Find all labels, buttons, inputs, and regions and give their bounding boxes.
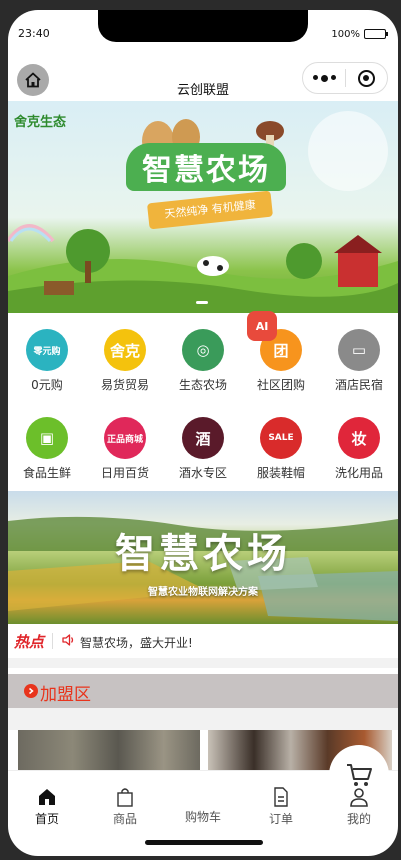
- notch: [98, 10, 308, 42]
- banner-title: 智慧农场: [142, 153, 270, 188]
- category-item[interactable]: SALE 服装鞋帽: [242, 417, 320, 481]
- liquor-icon: 酒: [182, 417, 224, 459]
- tab-orders[interactable]: 订单: [242, 771, 320, 827]
- barter-icon: 舍克: [104, 329, 146, 371]
- close-miniprogram-icon[interactable]: [346, 69, 387, 87]
- category-grid: 零元购 0元购 舍克 易货贸易 ◎ 生态农场团社区团购 ▭ 酒店民宿 ▣ 食品生鲜 正品商城 日用百货…: [8, 315, 398, 490]
- category-item[interactable]: ◎ 生态农场: [164, 329, 242, 393]
- category-label: 日用百货: [100, 466, 149, 480]
- category-label: 生态农场: [178, 378, 227, 392]
- clothing-icon: SALE: [260, 417, 302, 459]
- more-menu-icon[interactable]: [303, 74, 345, 82]
- carousel-indicator: [196, 301, 208, 304]
- eco-farm-icon: ◎: [182, 329, 224, 371]
- ai-assistant-badge[interactable]: AI: [247, 311, 277, 341]
- category-label: 易货贸易: [100, 378, 149, 392]
- arrow-right-icon: [24, 684, 38, 698]
- tab-profile[interactable]: 我的: [320, 771, 398, 827]
- home-icon: [39, 789, 55, 805]
- hot-logo: 热点: [14, 633, 45, 651]
- tab-label: 商品: [112, 812, 137, 826]
- category-label: 服装鞋帽: [256, 466, 305, 480]
- speaker-icon: [62, 634, 74, 646]
- category-item[interactable]: 酒酒水专区: [164, 417, 242, 481]
- profile-icon: [350, 788, 368, 807]
- battery-percent: 100%: [331, 29, 360, 40]
- zero-buy-icon: 零元购: [26, 329, 68, 371]
- category-label: 洗化用品: [334, 466, 383, 480]
- phone-screen: 23:40 100% 云创联盟 舍克生态 智慧农场 天然纯净 有机健康 AI 零…: [8, 10, 398, 856]
- category-label: 酒水专区: [178, 466, 227, 480]
- daily-goods-icon: 正品商城: [104, 417, 146, 459]
- farm-banner-title: 智慧农场: [115, 531, 291, 577]
- category-label: 0元购: [31, 378, 63, 392]
- home-indicator: [145, 840, 263, 845]
- tab-products[interactable]: 商品: [86, 771, 164, 827]
- section-title: 加盟区: [40, 685, 91, 705]
- farm-banner-subtitle: 智慧农业物联网解决方案: [148, 587, 258, 598]
- category-item[interactable]: 零元购 0元购: [8, 329, 86, 393]
- hotel-icon: ▭: [338, 329, 380, 371]
- bag-icon: [117, 788, 133, 807]
- capsule-menu: [302, 62, 388, 94]
- order-icon: [274, 787, 288, 807]
- category-label: 社区团购: [256, 378, 305, 392]
- fresh-food-icon: ▣: [26, 417, 68, 459]
- status-time: 23:40: [18, 27, 50, 40]
- tab-label: 购物车: [184, 810, 221, 824]
- category-item[interactable]: 妆洗化用品: [320, 417, 398, 481]
- category-item[interactable]: 舍克 易货贸易: [86, 329, 164, 393]
- banner-brand: 舍克生态: [14, 115, 67, 130]
- cosmetics-icon: 妆: [338, 417, 380, 459]
- nav-bar: 云创联盟: [8, 54, 398, 102]
- battery-icon: [364, 29, 388, 39]
- tab-label: 订单: [268, 812, 293, 826]
- category-label: 食品生鲜: [22, 466, 71, 480]
- category-item[interactable]: ▭ 酒店民宿: [320, 329, 398, 393]
- hot-news-text: 智慧农场，盛大开业!: [80, 636, 193, 650]
- category-label: 酒店民宿: [334, 378, 383, 392]
- section-header-franchise: 加盟区: [8, 674, 398, 708]
- tab-label: 首页: [34, 812, 59, 826]
- tab-cart[interactable]: 购物车: [164, 745, 389, 827]
- hot-news-bar[interactable]: 热点 智慧农场，盛大开业!: [8, 624, 398, 656]
- tab-home[interactable]: 首页: [8, 771, 86, 827]
- top-banner[interactable]: 舍克生态 智慧农场 天然纯净 有机健康: [8, 101, 398, 313]
- category-item[interactable]: 正品商城 日用百货: [86, 417, 164, 481]
- franchise-card[interactable]: [18, 730, 200, 770]
- category-item[interactable]: ▣ 食品生鲜: [8, 417, 86, 481]
- farm-banner[interactable]: 智慧农场 智慧农业物联网解决方案: [8, 491, 398, 624]
- tab-label: 我的: [346, 812, 371, 826]
- tab-bar: 首页 商品 购物车 订单 我的: [8, 745, 398, 827]
